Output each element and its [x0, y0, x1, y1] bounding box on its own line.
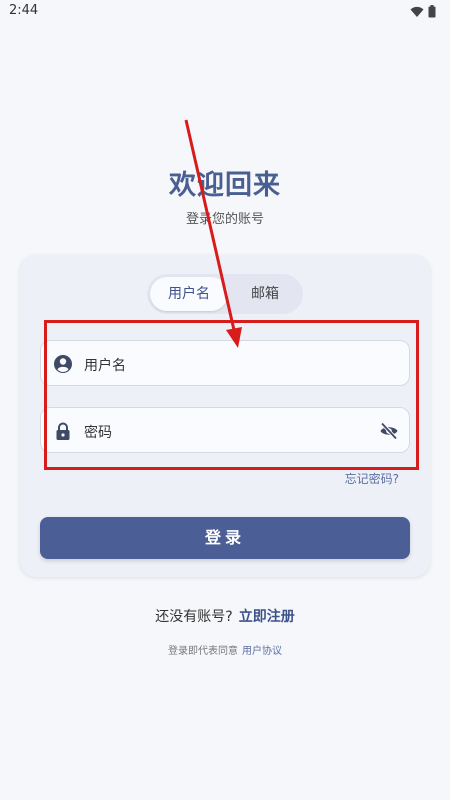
tab-email[interactable]: 邮箱 — [229, 277, 301, 311]
username-label: 用户名 — [84, 358, 126, 374]
login-method-tabs: 用户名 邮箱 — [147, 274, 303, 314]
status-time: 2:44 — [9, 3, 39, 18]
agreement-line: 登录即代表同意 用户协议 — [0, 642, 450, 657]
password-field[interactable]: 密码 — [40, 407, 410, 453]
wifi-icon — [410, 6, 424, 17]
register-link[interactable]: 立即注册 — [239, 609, 295, 625]
eye-off-icon[interactable] — [379, 421, 399, 441]
user-icon — [54, 355, 72, 373]
status-icons — [410, 5, 436, 18]
login-button[interactable]: 登录 — [40, 517, 410, 559]
forgot-password-link[interactable]: 忘记密码? — [345, 470, 399, 487]
register-prompt: 还没有账号? — [155, 609, 233, 625]
username-field[interactable]: 用户名 — [40, 340, 410, 386]
status-bar: 2:44 — [0, 0, 450, 22]
agreement-text: 登录即代表同意 — [168, 646, 238, 657]
page-title: 欢迎回来 — [169, 170, 281, 201]
battery-icon — [428, 5, 436, 18]
tab-username[interactable]: 用户名 — [150, 277, 228, 311]
lock-icon — [56, 422, 70, 440]
register-line: 还没有账号? 立即注册 — [0, 606, 450, 626]
password-label: 密码 — [84, 425, 112, 441]
user-agreement-link[interactable]: 用户协议 — [242, 646, 282, 657]
page-subtitle: 登录您的账号 — [185, 212, 264, 227]
